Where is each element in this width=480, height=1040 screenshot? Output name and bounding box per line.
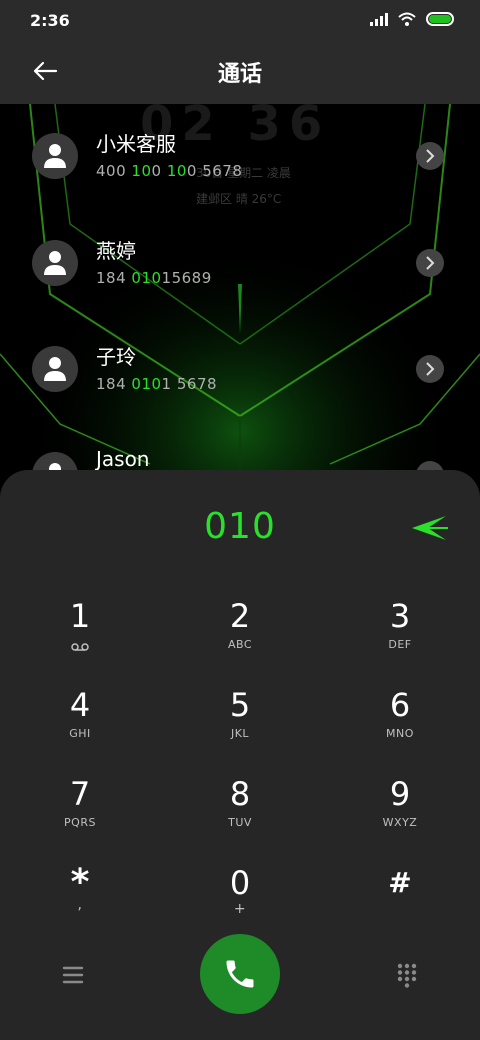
battery-icon bbox=[426, 12, 454, 26]
person-icon bbox=[44, 251, 66, 275]
backspace-arrow-icon bbox=[412, 516, 448, 540]
chevron-right-icon bbox=[426, 256, 435, 270]
key-hash[interactable]: # bbox=[340, 863, 460, 943]
chevron-right-icon bbox=[426, 149, 435, 163]
status-time: 2:36 bbox=[30, 11, 70, 30]
signal-icon bbox=[370, 12, 388, 26]
key-2[interactable]: 2 ABC bbox=[180, 596, 300, 676]
key-7[interactable]: 7 PQRS bbox=[20, 774, 140, 854]
dialpad-icon bbox=[397, 963, 417, 988]
contact-detail-button[interactable] bbox=[416, 355, 444, 383]
keypad-toggle-button[interactable] bbox=[392, 960, 422, 990]
contact-detail-button[interactable] bbox=[416, 142, 444, 170]
dialed-number: 010 bbox=[204, 506, 276, 547]
key-5[interactable]: 5 JKL bbox=[180, 685, 300, 765]
wifi-icon bbox=[398, 12, 416, 26]
chevron-right-icon bbox=[426, 362, 435, 376]
contact-number: 184 01015689 bbox=[96, 269, 212, 287]
contact-name: 燕婷 bbox=[96, 239, 136, 263]
page-title: 通话 bbox=[217, 62, 262, 87]
contact-name: 小米客服 bbox=[96, 132, 176, 156]
avatar bbox=[32, 133, 78, 179]
avatar bbox=[32, 240, 78, 286]
contact-row[interactable]: 燕婷 184 01015689 bbox=[0, 225, 480, 305]
person-icon bbox=[44, 357, 66, 381]
key-6[interactable]: 6 MNO bbox=[340, 685, 460, 765]
key-9[interactable]: 9 WXYZ bbox=[340, 774, 460, 854]
contact-row[interactable]: 小米客服 400 100 100 5678 bbox=[0, 118, 480, 198]
person-icon bbox=[44, 144, 66, 168]
contact-number: 400 100 100 5678 bbox=[96, 162, 243, 180]
hamburger-menu-icon bbox=[62, 966, 84, 984]
contact-number: 184 0101 5678 bbox=[96, 375, 218, 393]
backspace-button[interactable] bbox=[410, 512, 450, 544]
contact-row[interactable]: 子玲 184 0101 5678 bbox=[0, 331, 480, 411]
phone-icon bbox=[226, 960, 254, 988]
key-star[interactable]: * , bbox=[20, 863, 140, 943]
call-button[interactable] bbox=[200, 934, 280, 1014]
app-header: 通话 bbox=[0, 40, 480, 104]
status-icons bbox=[370, 12, 454, 26]
avatar bbox=[32, 346, 78, 392]
contact-name: 子玲 bbox=[96, 345, 136, 369]
menu-button[interactable] bbox=[56, 960, 90, 990]
key-0[interactable]: 0 + bbox=[180, 863, 300, 943]
voicemail-icon bbox=[71, 643, 89, 651]
key-1[interactable]: 1 bbox=[20, 596, 140, 676]
contact-detail-button[interactable] bbox=[416, 249, 444, 277]
key-3[interactable]: 3 DEF bbox=[340, 596, 460, 676]
status-bar: 2:36 bbox=[0, 0, 480, 40]
dialpad-panel: 010 1 2 ABC 3 DEF 4 GHI 5 JKL 6 MNO 7 PQ… bbox=[0, 470, 480, 1040]
key-8[interactable]: 8 TUV bbox=[180, 774, 300, 854]
key-4[interactable]: 4 GHI bbox=[20, 685, 140, 765]
contact-name: Jason bbox=[96, 447, 150, 471]
